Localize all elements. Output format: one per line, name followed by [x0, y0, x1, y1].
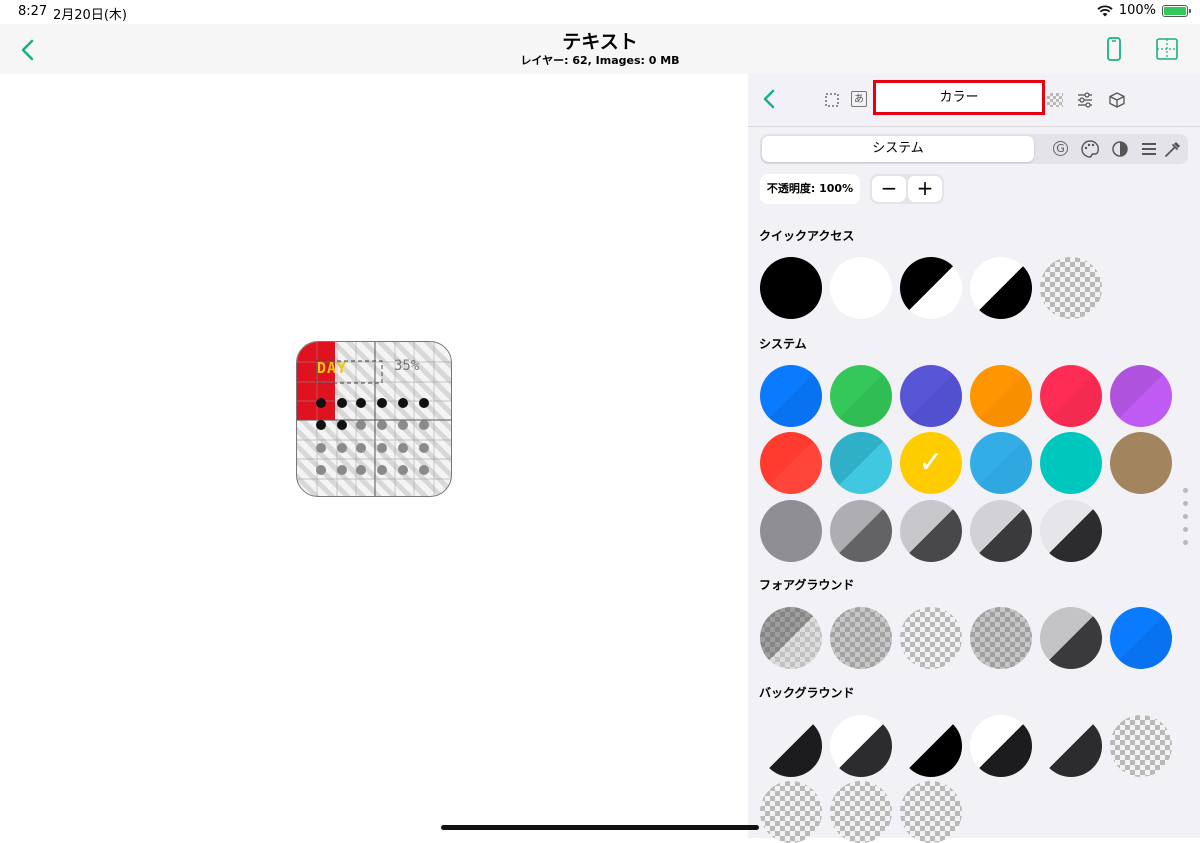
wifi-icon: [1097, 4, 1113, 16]
swatch-label-primary[interactable]: [760, 607, 822, 669]
inspector-panel: あ カラー システム G 不透明度: 100% − + クイックアクセス システ…: [748, 74, 1200, 843]
opacity-increase-button[interactable]: +: [908, 176, 942, 202]
eyedropper-icon[interactable]: [1163, 139, 1183, 159]
color-source-segment: システム G: [760, 134, 1188, 164]
status-time: 8:27: [18, 4, 48, 19]
swatch-purple[interactable]: [1110, 365, 1172, 427]
swatch-cyan[interactable]: [970, 432, 1032, 494]
swatch-gray[interactable]: [760, 500, 822, 562]
swatch-teal[interactable]: [830, 432, 892, 494]
swatch-separator[interactable]: [1040, 607, 1102, 669]
swatch-brown[interactable]: [1110, 432, 1172, 494]
swatch-system-background[interactable]: [760, 715, 822, 777]
swatch-fill-1[interactable]: [1110, 715, 1172, 777]
status-bar: 8:27 2月20日(木) 100%: [0, 0, 1200, 24]
page-scroll-dots[interactable]: [1183, 488, 1188, 553]
swatch-transparent[interactable]: [1040, 257, 1102, 319]
swatch-indigo[interactable]: [900, 365, 962, 427]
panel-back-chevron-icon[interactable]: [760, 88, 778, 110]
swatch-white-black[interactable]: [970, 257, 1032, 319]
swatch-secondary-grouped-background[interactable]: [970, 715, 1032, 777]
swatch-label-secondary[interactable]: [830, 607, 892, 669]
swatch-green[interactable]: [830, 365, 892, 427]
swatch-blue[interactable]: [760, 365, 822, 427]
home-indicator[interactable]: [441, 825, 759, 830]
opacity-label: 不透明度: 100%: [760, 174, 860, 204]
swatch-grouped-background[interactable]: [900, 715, 962, 777]
checkerboard-icon[interactable]: [1047, 93, 1063, 107]
inspector-tabs: あ カラー: [748, 74, 1200, 126]
swatch-gray2[interactable]: [830, 500, 892, 562]
swatch-black-white[interactable]: [900, 257, 962, 319]
page-title: テキスト: [562, 31, 638, 53]
sliders-icon[interactable]: [1076, 91, 1094, 109]
swatch-gray3[interactable]: [900, 500, 962, 562]
g-icon[interactable]: G: [1053, 141, 1068, 156]
widget-percent-text: 35%: [394, 358, 420, 374]
swatch-mint[interactable]: [1040, 432, 1102, 494]
nav-bar: テキスト レイヤー: 62, Images: 0 MB: [0, 24, 1200, 74]
swatch-black[interactable]: [760, 257, 822, 319]
swatch-gray4[interactable]: [970, 500, 1032, 562]
swatch-label-quaternary[interactable]: [970, 607, 1032, 669]
selection-icon[interactable]: [823, 91, 841, 109]
swatch-pink[interactable]: [1040, 365, 1102, 427]
device-preview-icon[interactable]: [1102, 36, 1126, 62]
contrast-icon[interactable]: [1110, 139, 1130, 159]
checkmark-icon: ✓: [918, 445, 944, 480]
swatch-orange[interactable]: [970, 365, 1032, 427]
tab-color[interactable]: カラー: [873, 80, 1045, 115]
text-icon[interactable]: あ: [851, 91, 867, 107]
status-right: 100%: [1097, 3, 1191, 18]
swatch-link[interactable]: [1110, 607, 1172, 669]
opacity-decrease-button[interactable]: −: [872, 176, 906, 202]
battery-icon: [1162, 4, 1191, 17]
opacity-stepper: − +: [870, 174, 944, 204]
tabs-divider: [748, 126, 1200, 127]
section-quick-access: クイックアクセス: [759, 229, 855, 243]
swatch-fill-3[interactable]: [830, 781, 892, 843]
swatch-label-tertiary[interactable]: [900, 607, 962, 669]
grid-layout-icon[interactable]: [1155, 36, 1179, 62]
swatch-secondary-background[interactable]: [830, 715, 892, 777]
swatch-gray5[interactable]: [1040, 500, 1102, 562]
swatch-yellow-selected[interactable]: ✓: [900, 432, 962, 494]
swatch-tertiary-background[interactable]: [1040, 715, 1102, 777]
section-background: バックグラウンド: [759, 686, 855, 700]
swatch-white[interactable]: [830, 257, 892, 319]
swatch-fill-2[interactable]: [760, 781, 822, 843]
swatch-fill-4[interactable]: [900, 781, 962, 843]
status-date: 2月20日(木): [53, 8, 127, 23]
swatch-red[interactable]: [760, 432, 822, 494]
battery-percent: 100%: [1118, 3, 1156, 18]
section-foreground: フォアグラウンド: [759, 578, 855, 592]
section-system: システム: [759, 337, 807, 351]
widget-preview[interactable]: DAY 35%: [296, 341, 452, 497]
cube-icon[interactable]: [1108, 91, 1126, 109]
list-icon[interactable]: [1139, 139, 1159, 159]
page-subtitle: レイヤー: 62, Images: 0 MB: [520, 54, 680, 67]
segment-system[interactable]: システム: [762, 136, 1034, 162]
palette-icon[interactable]: [1080, 139, 1100, 159]
widget-day-text: DAY: [317, 359, 348, 377]
